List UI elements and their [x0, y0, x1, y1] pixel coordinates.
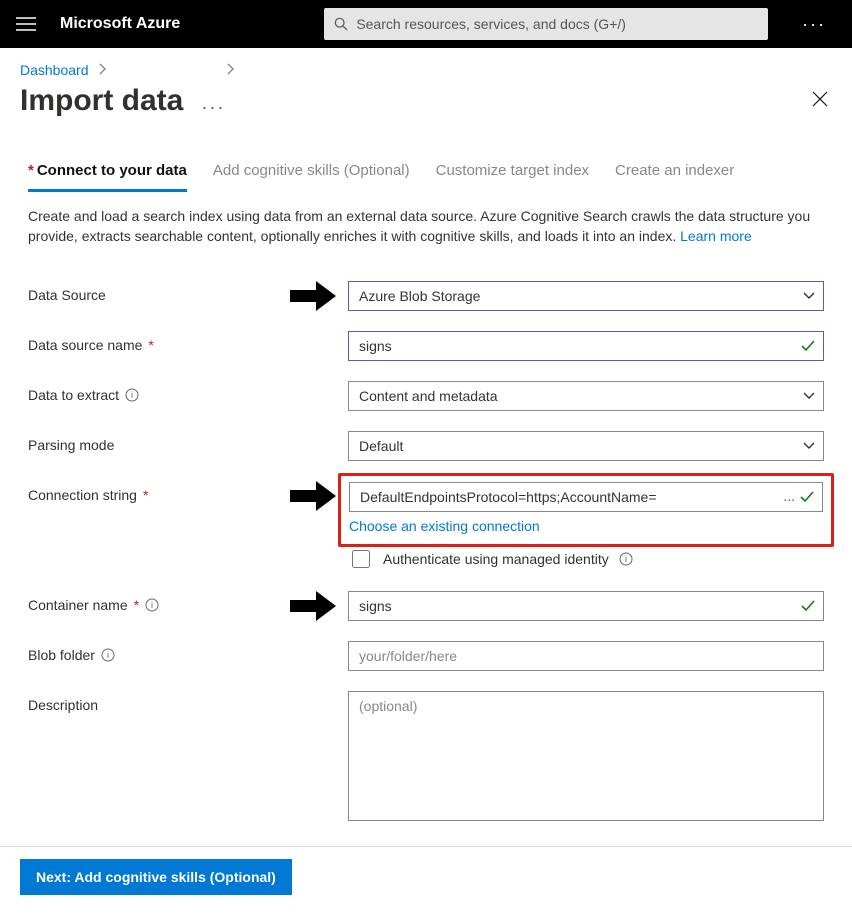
tab-connect-data[interactable]: *Connect to your data — [28, 162, 187, 192]
choose-existing-link[interactable]: Choose an existing connection — [349, 518, 540, 534]
wizard-footer: Next: Add cognitive skills (Optional) — [0, 846, 852, 915]
annotation-arrow-icon — [290, 481, 336, 511]
chevron-right-icon — [99, 62, 107, 78]
page-title: Import data — [20, 84, 183, 118]
breadcrumb-dashboard[interactable]: Dashboard — [20, 62, 89, 78]
valid-check-icon — [800, 338, 816, 359]
blob-folder-input[interactable] — [348, 641, 824, 671]
title-more-icon[interactable]: ··· — [201, 97, 225, 118]
search-placeholder: Search resources, services, and docs (G+… — [356, 16, 626, 32]
container-name-input[interactable] — [348, 591, 824, 621]
info-icon[interactable]: i — [101, 648, 115, 662]
chevron-right-icon — [227, 62, 235, 78]
managed-identity-checkbox[interactable] — [352, 550, 370, 568]
svg-text:i: i — [625, 554, 627, 564]
valid-check-icon: ... — [799, 489, 815, 510]
info-icon[interactable]: i — [125, 388, 139, 402]
connection-string-label: Connection string — [28, 487, 137, 503]
tab-target-index[interactable]: Customize target index — [436, 162, 589, 192]
info-icon[interactable]: i — [619, 552, 633, 566]
global-search[interactable]: Search resources, services, and docs (G+… — [324, 8, 768, 40]
search-icon — [334, 17, 348, 31]
annotation-arrow-icon — [290, 591, 336, 621]
valid-check-icon — [800, 598, 816, 619]
blob-folder-label: Blob folder — [28, 647, 95, 663]
tab-description: Create and load a search index using dat… — [0, 192, 852, 257]
connect-data-form: Data Source Azure Blob Storage Data sour… — [0, 257, 852, 846]
breadcrumb: Dashboard — [0, 48, 852, 84]
parsing-mode-label: Parsing mode — [28, 437, 114, 453]
container-name-label: Container name — [28, 597, 128, 613]
data-source-name-label: Data source name — [28, 337, 142, 353]
data-source-label: Data Source — [28, 287, 106, 303]
description-label: Description — [28, 697, 98, 713]
title-row: Import data ··· — [0, 84, 852, 126]
managed-identity-label: Authenticate using managed identity — [383, 551, 609, 567]
connection-string-input[interactable] — [349, 482, 823, 512]
hamburger-menu-icon[interactable] — [10, 11, 42, 37]
tab-create-indexer[interactable]: Create an indexer — [615, 162, 734, 192]
parsing-mode-select[interactable]: Default — [348, 431, 824, 461]
topbar-more-icon[interactable]: ··· — [792, 14, 836, 35]
data-source-select[interactable]: Azure Blob Storage — [348, 281, 824, 311]
svg-text:i: i — [151, 600, 153, 610]
tab-cognitive-skills[interactable]: Add cognitive skills (Optional) — [213, 162, 410, 192]
close-icon[interactable] — [808, 86, 832, 117]
brand-label: Microsoft Azure — [60, 15, 180, 33]
next-button[interactable]: Next: Add cognitive skills (Optional) — [20, 859, 292, 895]
top-bar: Microsoft Azure Search resources, servic… — [0, 0, 852, 48]
redacted-area — [180, 8, 320, 40]
description-textarea[interactable] — [348, 691, 824, 821]
annotation-arrow-icon — [290, 281, 336, 311]
data-to-extract-label: Data to extract — [28, 387, 119, 403]
svg-text:i: i — [107, 650, 109, 660]
learn-more-link[interactable]: Learn more — [680, 228, 752, 244]
wizard-tabs: *Connect to your data Add cognitive skil… — [0, 126, 852, 192]
svg-text:i: i — [131, 390, 133, 400]
data-source-name-input[interactable] — [348, 331, 824, 361]
info-icon[interactable]: i — [145, 598, 159, 612]
data-to-extract-select[interactable]: Content and metadata — [348, 381, 824, 411]
annotation-highlight: ... Choose an existing connection — [338, 473, 834, 547]
